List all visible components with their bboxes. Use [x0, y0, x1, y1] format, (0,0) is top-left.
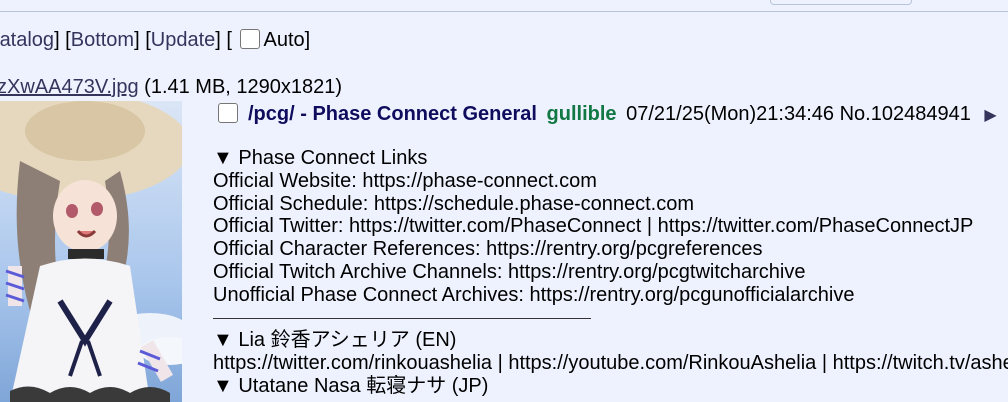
- post-select-checkbox[interactable]: [218, 103, 238, 123]
- body-line: Official Character References: https://r…: [213, 238, 763, 261]
- catalog-link[interactable]: atalog: [0, 29, 54, 51]
- top-divider: [0, 11, 1008, 12]
- poster-name: gullible: [546, 103, 617, 125]
- body-line: https://twitter.com/rinkouashelia | http…: [213, 352, 1008, 375]
- update-link[interactable]: Update: [151, 29, 216, 51]
- top-partial-box: [770, 0, 912, 5]
- file-link[interactable]: zXwAA473V.jpg: [0, 76, 139, 98]
- post-number[interactable]: No.102484941: [840, 103, 971, 125]
- post-subject: /pcg/ - Phase Connect General: [248, 103, 537, 125]
- thumbnail-illustration: [0, 101, 182, 402]
- file-meta: (1.41 MB, 1290x1821): [144, 76, 343, 98]
- section-heading-nasa: ▼ Utatane Nasa 転寝ナサ (JP): [213, 374, 489, 397]
- triangle-right-icon[interactable]: ▶: [984, 107, 996, 124]
- section-heading-links: ▼ Phase Connect Links: [213, 147, 428, 169]
- file-info: zXwAA473V.jpg (1.41 MB, 1290x1821): [0, 75, 342, 99]
- section-heading-lia: ▼ Lia 鈴香アシェリア (EN): [213, 329, 457, 352]
- bottom-link[interactable]: Bottom: [71, 29, 134, 51]
- body-line: Official Twitch Archive Channels: https:…: [213, 260, 806, 283]
- text-separator: [213, 307, 1008, 330]
- auto-label: Auto: [263, 29, 305, 51]
- body-line: Official Website: https://phase-connect.…: [213, 169, 597, 192]
- post-header: /pcg/ - Phase Connect General gullible 0…: [218, 102, 997, 128]
- body-line: Official Twitter: https://twitter.com/Ph…: [213, 215, 974, 238]
- post-image-thumbnail[interactable]: [0, 101, 182, 402]
- post-body: ▼ Phase Connect Links Official Website: …: [213, 147, 1008, 398]
- body-line: Official Schedule: https://schedule.phas…: [213, 192, 695, 215]
- thread-page: [atalog] [Bottom] [Update] [ Auto] zXwAA…: [0, 0, 1008, 402]
- post-datetime: 07/21/25(Mon)21:34:46: [626, 103, 835, 125]
- body-line: Unofficial Phase Connect Archives: https…: [213, 283, 855, 306]
- thread-nav: [atalog] [Bottom] [Update] [ Auto]: [0, 29, 311, 51]
- auto-update-checkbox[interactable]: [239, 29, 260, 49]
